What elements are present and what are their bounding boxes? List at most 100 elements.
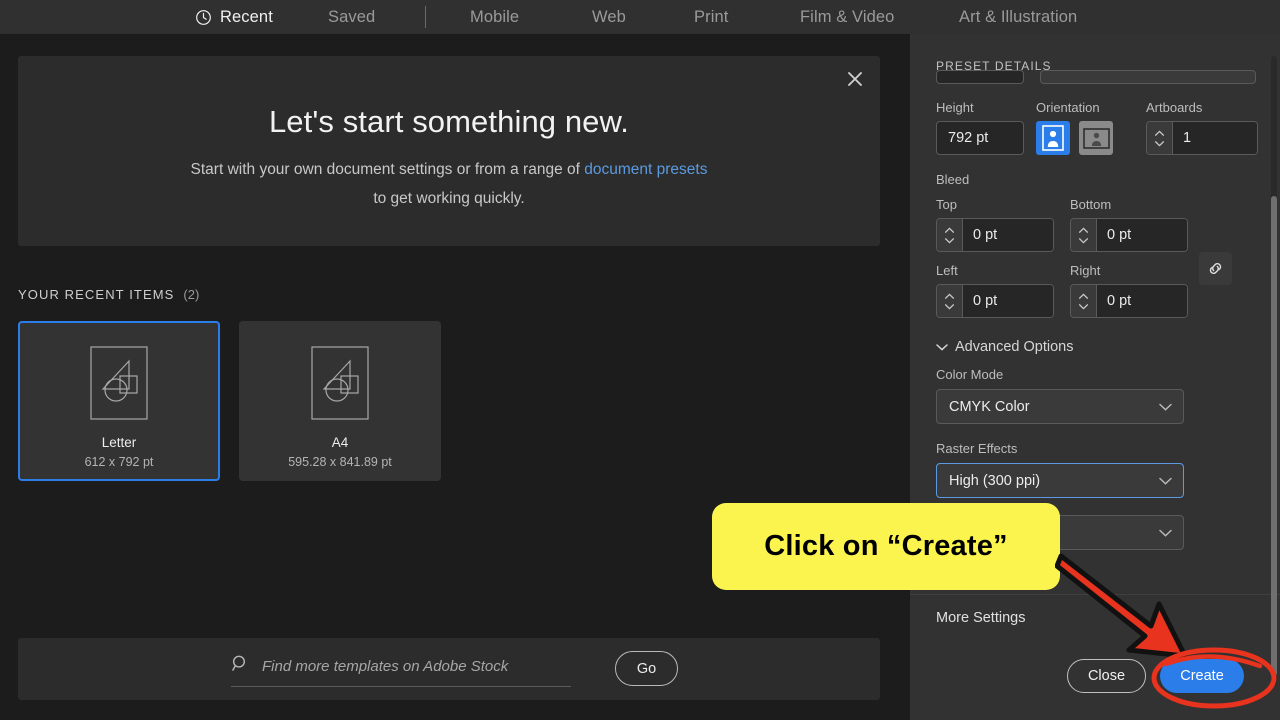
tab-label: Saved xyxy=(328,7,376,26)
recent-items-heading: YOUR RECENT ITEMS (2) xyxy=(18,287,199,302)
bleed-left-input[interactable] xyxy=(963,285,1053,317)
hero-banner: Let's start something new. Start with yo… xyxy=(18,56,880,246)
raster-effects-value: High (300 ppi) xyxy=(949,472,1041,489)
bleed-left-group: Left xyxy=(936,263,1054,318)
tab-print[interactable]: Print xyxy=(694,0,728,34)
tab-label: Recent xyxy=(220,7,273,26)
panel-scrollbar-thumb[interactable] xyxy=(1271,196,1277,676)
recent-items-count: (2) xyxy=(183,287,200,302)
orientation-landscape-button[interactable] xyxy=(1079,121,1113,155)
color-mode-label: Color Mode xyxy=(936,367,1004,382)
preset-details-panel: PRESET DETAILS Height Orientation Artboa… xyxy=(910,34,1280,720)
orientation-portrait-button[interactable] xyxy=(1036,121,1070,155)
raster-effects-select[interactable]: High (300 ppi) xyxy=(936,463,1184,498)
bleed-top-label: Top xyxy=(936,197,957,212)
recent-items-grid: Letter 612 x 792 pt A4 595.28 x 841.89 p… xyxy=(18,321,441,481)
color-mode-group: Color Mode CMYK Color xyxy=(936,367,1184,424)
artboards-stepper-arrows[interactable] xyxy=(1147,122,1173,154)
adobe-illustrator-new-document-dialog: Recent Saved Mobile Web Print Film & Vid… xyxy=(0,0,1280,720)
bleed-left-stepper xyxy=(936,284,1054,318)
orientation-label: Orientation xyxy=(1036,100,1100,115)
preset-name: Letter xyxy=(101,435,137,450)
color-mode-value: CMYK Color xyxy=(949,398,1030,415)
width-field-clipped[interactable] xyxy=(936,70,1024,84)
search-go-button[interactable]: Go xyxy=(615,651,678,686)
tab-divider xyxy=(425,6,426,28)
artboards-input[interactable] xyxy=(1173,122,1257,154)
preset-dimensions: 595.28 x 841.89 pt xyxy=(288,455,392,469)
bleed-top-input[interactable] xyxy=(963,219,1053,251)
tab-web[interactable]: Web xyxy=(592,0,626,34)
adobe-stock-search-bar: Go xyxy=(18,638,880,700)
document-preset-icon xyxy=(310,345,370,421)
bleed-top-arrows[interactable] xyxy=(937,219,963,251)
preset-dimensions: 612 x 792 pt xyxy=(84,455,154,469)
more-settings-link[interactable]: More Settings xyxy=(936,610,1025,626)
bleed-right-input[interactable] xyxy=(1097,285,1187,317)
artboards-label: Artboards xyxy=(1146,100,1203,115)
tab-mobile[interactable]: Mobile xyxy=(470,0,519,34)
raster-effects-group: Raster Effects High (300 ppi) xyxy=(936,441,1184,498)
hero-title: Let's start something new. xyxy=(268,104,630,139)
chevron-down-icon xyxy=(936,343,948,351)
close-button[interactable]: Close xyxy=(1067,659,1146,693)
search-icon xyxy=(231,654,250,678)
bleed-top-group: Top xyxy=(936,197,1054,252)
chevron-down-icon xyxy=(1159,402,1172,411)
bleed-top-stepper xyxy=(936,218,1054,252)
recent-items-label: YOUR RECENT ITEMS xyxy=(18,287,175,302)
bleed-right-label: Right xyxy=(1070,263,1101,278)
tab-label: Web xyxy=(592,7,626,26)
tab-label: Art & Illustration xyxy=(959,7,1078,26)
advanced-options-toggle[interactable]: Advanced Options xyxy=(936,339,1074,355)
bleed-bottom-input[interactable] xyxy=(1097,219,1187,251)
document-presets-link[interactable]: document presets xyxy=(584,161,707,178)
bleed-right-group: Right xyxy=(1070,263,1188,318)
orientation-toggle-group xyxy=(1036,121,1113,155)
chevron-down-icon xyxy=(1159,476,1172,485)
tab-saved[interactable]: Saved xyxy=(328,0,375,34)
tab-art-and-illustration[interactable]: Art & Illustration xyxy=(959,0,1077,34)
bleed-bottom-stepper xyxy=(1070,218,1188,252)
bleed-bottom-group: Bottom xyxy=(1070,197,1188,252)
preset-card-a4[interactable]: A4 595.28 x 841.89 pt xyxy=(239,321,441,481)
search-field-wrapper xyxy=(231,654,571,687)
panel-divider xyxy=(910,594,1280,595)
height-field-wrapper xyxy=(936,121,1024,155)
raster-effects-label: Raster Effects xyxy=(936,441,1018,456)
hero-subtitle-after: to get working quickly. xyxy=(373,189,525,207)
clock-icon xyxy=(195,9,212,26)
bleed-right-stepper xyxy=(1070,284,1188,318)
bleed-left-label: Left xyxy=(936,263,958,278)
height-label: Height xyxy=(936,100,974,115)
panel-scrollbar[interactable] xyxy=(1271,56,1277,686)
bleed-section-label: Bleed xyxy=(936,172,970,187)
close-icon[interactable] xyxy=(842,66,868,92)
tab-film-and-video[interactable]: Film & Video xyxy=(800,0,894,34)
clipped-width-units-row xyxy=(936,70,1256,84)
preview-mode-group xyxy=(936,515,1184,550)
units-select-clipped[interactable] xyxy=(1040,70,1256,84)
bleed-right-arrows[interactable] xyxy=(1071,285,1097,317)
artboards-stepper xyxy=(1146,121,1258,155)
search-input[interactable] xyxy=(262,657,562,675)
preset-card-letter[interactable]: Letter 612 x 792 pt xyxy=(18,321,220,481)
chevron-down-icon xyxy=(1159,528,1172,537)
height-input[interactable] xyxy=(936,121,1024,155)
preset-name: A4 xyxy=(331,435,349,450)
document-preset-icon xyxy=(89,345,149,421)
hero-subtitle: Start with your own document settings or… xyxy=(18,156,880,213)
tab-label: Mobile xyxy=(470,7,520,26)
advanced-options-label: Advanced Options xyxy=(955,339,1074,355)
template-category-tabbar: Recent Saved Mobile Web Print Film & Vid… xyxy=(0,0,1280,47)
color-mode-select[interactable]: CMYK Color xyxy=(936,389,1184,424)
tab-recent[interactable]: Recent xyxy=(195,0,273,47)
bleed-left-arrows[interactable] xyxy=(937,285,963,317)
preview-mode-select[interactable] xyxy=(936,515,1184,550)
hero-subtitle-before: Start with your own document settings or… xyxy=(190,161,585,178)
bleed-bottom-arrows[interactable] xyxy=(1071,219,1097,251)
tab-label: Film & Video xyxy=(800,7,895,26)
bleed-bottom-label: Bottom xyxy=(1070,197,1112,212)
bleed-link-button[interactable] xyxy=(1199,252,1232,285)
create-button[interactable]: Create xyxy=(1160,659,1244,693)
